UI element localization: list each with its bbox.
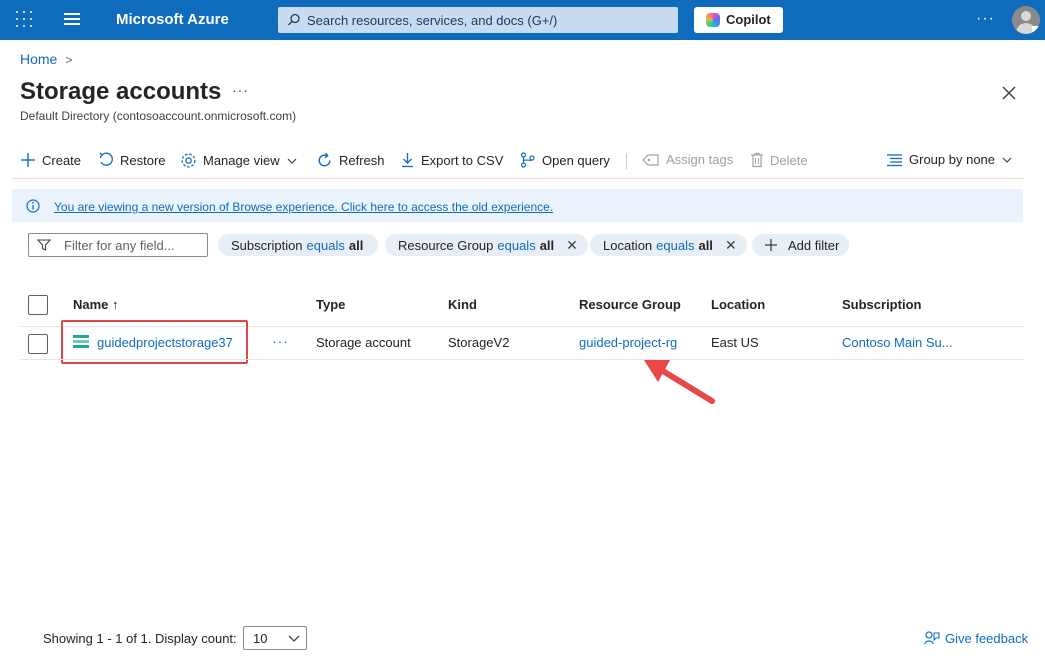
restore-label: Restore: [120, 152, 166, 168]
filter-input[interactable]: Filter for any field...: [28, 233, 208, 257]
chevron-down-icon: [1002, 157, 1012, 163]
create-label: Create: [42, 152, 82, 168]
cell-kind: StorageV2: [448, 335, 510, 350]
filter-placeholder: Filter for any field...: [64, 238, 175, 253]
pill-field: Location: [603, 237, 653, 253]
storage-account-icon: [73, 335, 89, 348]
column-header-resource-group[interactable]: Resource Group: [579, 297, 681, 312]
subscription-link[interactable]: Contoso Main Su...: [842, 335, 953, 350]
account-avatar[interactable]: [1012, 6, 1040, 34]
storage-account-name-link[interactable]: guidedprojectstorage37: [97, 335, 233, 350]
more-options-icon[interactable]: ···: [976, 10, 995, 28]
title-more-icon[interactable]: ···: [232, 82, 249, 98]
breadcrumb-home[interactable]: Home: [20, 51, 57, 67]
close-icon[interactable]: [998, 82, 1020, 104]
open-query-button[interactable]: Open query: [520, 152, 610, 168]
gear-icon: [181, 153, 196, 168]
chevron-right-icon: >: [65, 53, 73, 67]
restore-button[interactable]: Restore: [98, 152, 166, 168]
pill-value: all: [698, 237, 713, 253]
subscription-filter-pill[interactable]: Subscription equals all: [218, 234, 379, 256]
pill-value: all: [348, 237, 364, 253]
column-header-name[interactable]: Name ↑: [73, 297, 119, 312]
download-icon: [402, 153, 413, 168]
manage-view-label: Manage view: [203, 153, 280, 168]
remove-filter-icon[interactable]: ✕: [725, 237, 737, 254]
trash-icon: [751, 152, 763, 168]
info-banner: You are viewing a new version of Browse …: [12, 189, 1023, 222]
display-count-value: 10: [253, 631, 268, 646]
remove-filter-icon[interactable]: ✕: [566, 237, 578, 254]
chevron-down-icon: [287, 158, 297, 164]
search-icon: [288, 13, 300, 26]
delete-label: Delete: [770, 152, 808, 168]
portal-menu-icon[interactable]: [64, 13, 80, 27]
select-all-checkbox[interactable]: [28, 295, 48, 315]
pill-operator: equals: [656, 237, 695, 253]
add-filter-button[interactable]: Add filter: [752, 234, 850, 256]
global-search-input[interactable]: Search resources, services, and docs (G+…: [278, 7, 678, 33]
command-bar: Create Restore Manage view Refresh Expor…: [12, 146, 1024, 179]
top-bar: Microsoft Azure Search resources, servic…: [0, 0, 1045, 40]
refresh-icon: [318, 152, 331, 167]
app-launcher-icon[interactable]: [16, 11, 34, 29]
old-experience-link[interactable]: You are viewing a new version of Browse …: [54, 200, 553, 214]
resource-group-link[interactable]: guided-project-rg: [579, 335, 677, 350]
cell-type: Storage account: [316, 335, 411, 350]
annotation-arrow-icon: [644, 360, 715, 404]
create-button[interactable]: Create: [20, 152, 81, 168]
toolbar-divider: [626, 153, 627, 169]
delete-button[interactable]: Delete: [750, 152, 808, 168]
list-icon: [887, 153, 902, 166]
plus-icon: [765, 239, 777, 251]
open-query-label: Open query: [542, 152, 610, 168]
add-filter-label: Add filter: [788, 237, 840, 253]
brand-title[interactable]: Microsoft Azure: [116, 11, 229, 28]
refresh-label: Refresh: [339, 153, 385, 168]
copilot-icon: [706, 13, 720, 27]
column-header-subscription[interactable]: Subscription: [842, 297, 921, 312]
resource-group-filter-pill[interactable]: Resource Group equals all ✕: [385, 234, 588, 256]
export-csv-button[interactable]: Export to CSV: [400, 152, 503, 168]
refresh-button[interactable]: Refresh: [316, 152, 385, 169]
copilot-button[interactable]: Copilot: [694, 7, 783, 33]
assign-tags-label: Assign tags: [666, 152, 734, 167]
pill-field: Resource Group: [398, 237, 494, 253]
lock-icon: [1032, 26, 1039, 32]
column-header-kind[interactable]: Kind: [448, 297, 477, 312]
location-filter-pill[interactable]: Location equals all ✕: [590, 234, 747, 256]
pill-value: all: [539, 237, 555, 253]
cell-location: East US: [711, 335, 759, 350]
restore-icon: [99, 152, 113, 166]
search-placeholder: Search resources, services, and docs (G+…: [307, 13, 558, 28]
group-by-label: Group by none: [909, 152, 996, 167]
row-more-icon[interactable]: ···: [272, 333, 289, 349]
give-feedback-link[interactable]: Give feedback: [924, 631, 1028, 646]
plus-icon: [21, 153, 35, 167]
assign-tags-button[interactable]: Assign tags: [642, 152, 733, 167]
row-checkbox[interactable]: [28, 334, 48, 354]
page-subtitle: Default Directory (contosoaccount.onmicr…: [20, 109, 297, 123]
query-icon: [520, 152, 535, 168]
group-by-dropdown[interactable]: Group by none: [886, 152, 1013, 167]
chevron-down-icon: [288, 635, 300, 642]
manage-view-button[interactable]: Manage view: [180, 152, 298, 169]
pagination-summary: Showing 1 - 1 of 1. Display count:: [43, 631, 237, 646]
pill-operator: equals: [306, 237, 345, 253]
pill-field: Subscription: [231, 237, 303, 253]
copilot-label: Copilot: [726, 12, 771, 27]
tag-icon: [642, 153, 659, 166]
filter-icon: [37, 239, 51, 251]
pill-operator: equals: [497, 237, 536, 253]
row-divider: [20, 359, 1024, 360]
display-count-select[interactable]: 10: [243, 626, 307, 650]
info-icon: [26, 199, 40, 213]
give-feedback-label: Give feedback: [945, 631, 1029, 646]
breadcrumb: Home >: [20, 51, 72, 67]
export-csv-label: Export to CSV: [421, 152, 504, 168]
feedback-icon: [924, 631, 940, 645]
column-header-location[interactable]: Location: [711, 297, 765, 312]
page-title: Storage accounts: [20, 78, 222, 105]
column-header-type[interactable]: Type: [316, 297, 345, 312]
